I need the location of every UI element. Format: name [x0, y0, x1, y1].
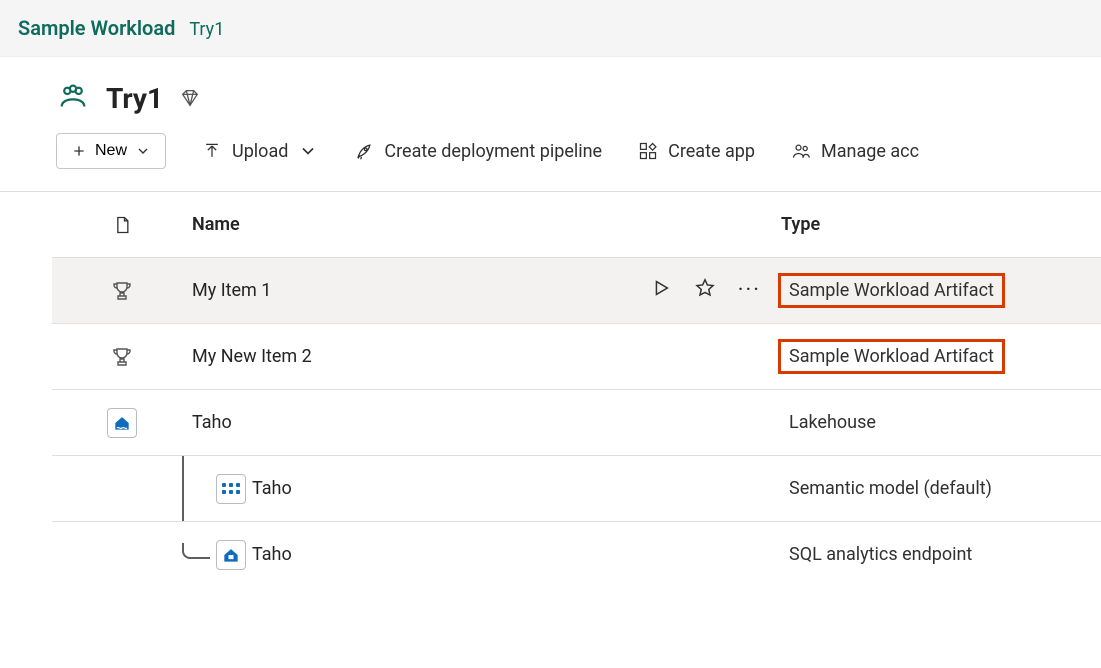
item-name: My New Item 2 — [192, 346, 312, 367]
item-name: My Item 1 — [192, 280, 271, 301]
table-row[interactable]: My New Item 2 Sample Workload Artifact — [52, 323, 1101, 389]
people-icon — [791, 141, 811, 161]
item-name: Taho — [252, 478, 292, 499]
table-row[interactable]: Taho Lakehouse — [52, 389, 1101, 455]
column-icon-header — [52, 215, 192, 235]
premium-diamond-icon — [179, 87, 201, 109]
manage-access-label: Manage acc — [821, 141, 919, 162]
items-table: Name Type My Item 1 Sample Workload Artif… — [0, 192, 1101, 587]
item-name: Taho — [192, 412, 232, 433]
workspace-content: Try1 New Upload Create deployment pipeli… — [0, 57, 1101, 587]
manage-access-button[interactable]: Manage acc — [791, 141, 919, 162]
upload-button[interactable]: Upload — [202, 141, 318, 162]
favorite-star-icon[interactable] — [694, 277, 716, 304]
more-actions-icon[interactable]: ··· — [738, 280, 761, 302]
item-type: Sample Workload Artifact — [781, 342, 1002, 371]
breadcrumb-workspace[interactable]: Try1 — [189, 19, 224, 40]
create-app-button[interactable]: Create app — [638, 141, 755, 162]
trophy-icon — [108, 277, 136, 305]
file-icon — [112, 215, 132, 235]
upload-icon — [202, 141, 222, 161]
trophy-icon — [108, 343, 136, 371]
rocket-icon — [354, 141, 374, 161]
run-icon[interactable] — [650, 277, 672, 304]
lakehouse-icon — [107, 408, 137, 438]
item-name: Taho — [252, 544, 292, 565]
create-pipeline-label: Create deployment pipeline — [384, 141, 602, 162]
item-type: SQL analytics endpoint — [781, 540, 980, 569]
table-row[interactable]: My Item 1 Sample Workload Artifact ··· — [52, 257, 1101, 323]
column-type-header[interactable]: Type — [781, 214, 1101, 235]
plus-icon — [71, 143, 87, 159]
new-button-label: New — [95, 142, 127, 160]
column-name-header[interactable]: Name — [192, 214, 781, 235]
workspace-header: Try1 — [0, 81, 1101, 133]
item-type: Lakehouse — [781, 408, 884, 437]
new-button[interactable]: New — [56, 133, 166, 169]
chevron-down-icon — [298, 141, 318, 161]
item-type: Sample Workload Artifact — [781, 276, 1002, 305]
chevron-down-icon — [135, 143, 151, 159]
item-type: Semantic model (default) — [781, 474, 1000, 503]
workspace-icon — [56, 81, 90, 115]
workspace-name: Try1 — [106, 82, 163, 115]
create-app-label: Create app — [668, 141, 755, 162]
breadcrumb-bar: Sample Workload Try1 — [0, 0, 1101, 57]
create-pipeline-button[interactable]: Create deployment pipeline — [354, 141, 602, 162]
row-actions: ··· — [650, 277, 761, 304]
toolbar: New Upload Create deployment pipeline Cr… — [0, 133, 1101, 191]
semantic-model-icon — [216, 474, 246, 504]
table-row-child[interactable]: Taho Semantic model (default) — [52, 455, 1101, 521]
apps-icon — [638, 141, 658, 161]
table-row-child[interactable]: Taho SQL analytics endpoint — [52, 521, 1101, 587]
upload-label: Upload — [232, 141, 288, 162]
sql-endpoint-icon — [216, 540, 246, 570]
app-name[interactable]: Sample Workload — [18, 16, 175, 40]
table-header: Name Type — [52, 192, 1101, 257]
